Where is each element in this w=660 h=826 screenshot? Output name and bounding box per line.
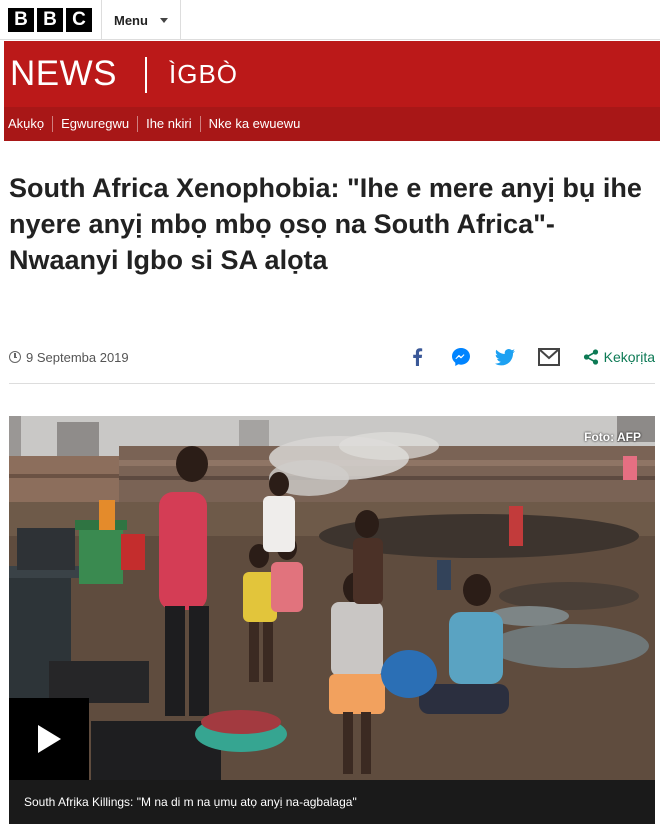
clock-icon (9, 351, 21, 363)
banner-title: NEWS (10, 54, 117, 93)
video-caption-text: South Afrịka Killings: "M na di m na ụmụ… (24, 795, 357, 809)
article-meta: 9 Septemba 2019 Kekọrịta (9, 343, 655, 371)
top-bar: B B C Menu (0, 0, 660, 40)
divider (9, 383, 655, 384)
article-date: 9 Septemba 2019 (9, 350, 129, 365)
bbc-logo-letter: C (66, 8, 92, 32)
photo-credit: Foto: AFP (584, 430, 641, 444)
section-nav: Akụkọ Egwuregwu Ihe nkiri Nke ka ewuewu (4, 107, 660, 141)
share-icon (583, 349, 598, 365)
bbc-logo-letter: B (37, 8, 63, 32)
nav-item-egwuregwu[interactable]: Egwuregwu (52, 116, 137, 132)
menu-label: Menu (114, 12, 148, 28)
play-button[interactable] (9, 698, 89, 780)
bbc-logo[interactable]: B B C (8, 8, 92, 32)
scene-illustration (9, 416, 655, 780)
play-icon (38, 725, 61, 753)
article-headline: South Africa Xenophobia: "Ihe e mere any… (9, 173, 642, 275)
news-banner[interactable]: NEWS ÌGBÒ (4, 41, 660, 107)
email-icon[interactable] (537, 345, 561, 369)
nav-item-nke-ka-ewuewu[interactable]: Nke ka ewuewu (199, 116, 309, 132)
share-button[interactable]: Kekọrịta (583, 349, 655, 365)
menu-button[interactable]: Menu (101, 0, 181, 40)
messenger-icon[interactable] (449, 345, 473, 369)
facebook-icon[interactable] (405, 345, 429, 369)
share-bar: Kekọrịta (385, 343, 655, 371)
twitter-icon[interactable] (493, 345, 517, 369)
video-thumbnail[interactable]: Foto: AFP (9, 416, 655, 780)
video-caption: South Afrịka Killings: "M na di m na ụmụ… (9, 780, 655, 824)
bbc-logo-letter: B (8, 8, 34, 32)
banner-divider (145, 57, 147, 93)
banner-language: ÌGBÒ (169, 59, 239, 89)
date-text: 9 Septemba 2019 (26, 349, 129, 365)
nav-item-akuko[interactable]: Akụkọ (4, 116, 52, 132)
chevron-down-icon (159, 17, 168, 23)
nav-item-ihe-nkiri[interactable]: Ihe nkiri (137, 116, 200, 132)
share-label: Kekọrịta (603, 349, 655, 365)
